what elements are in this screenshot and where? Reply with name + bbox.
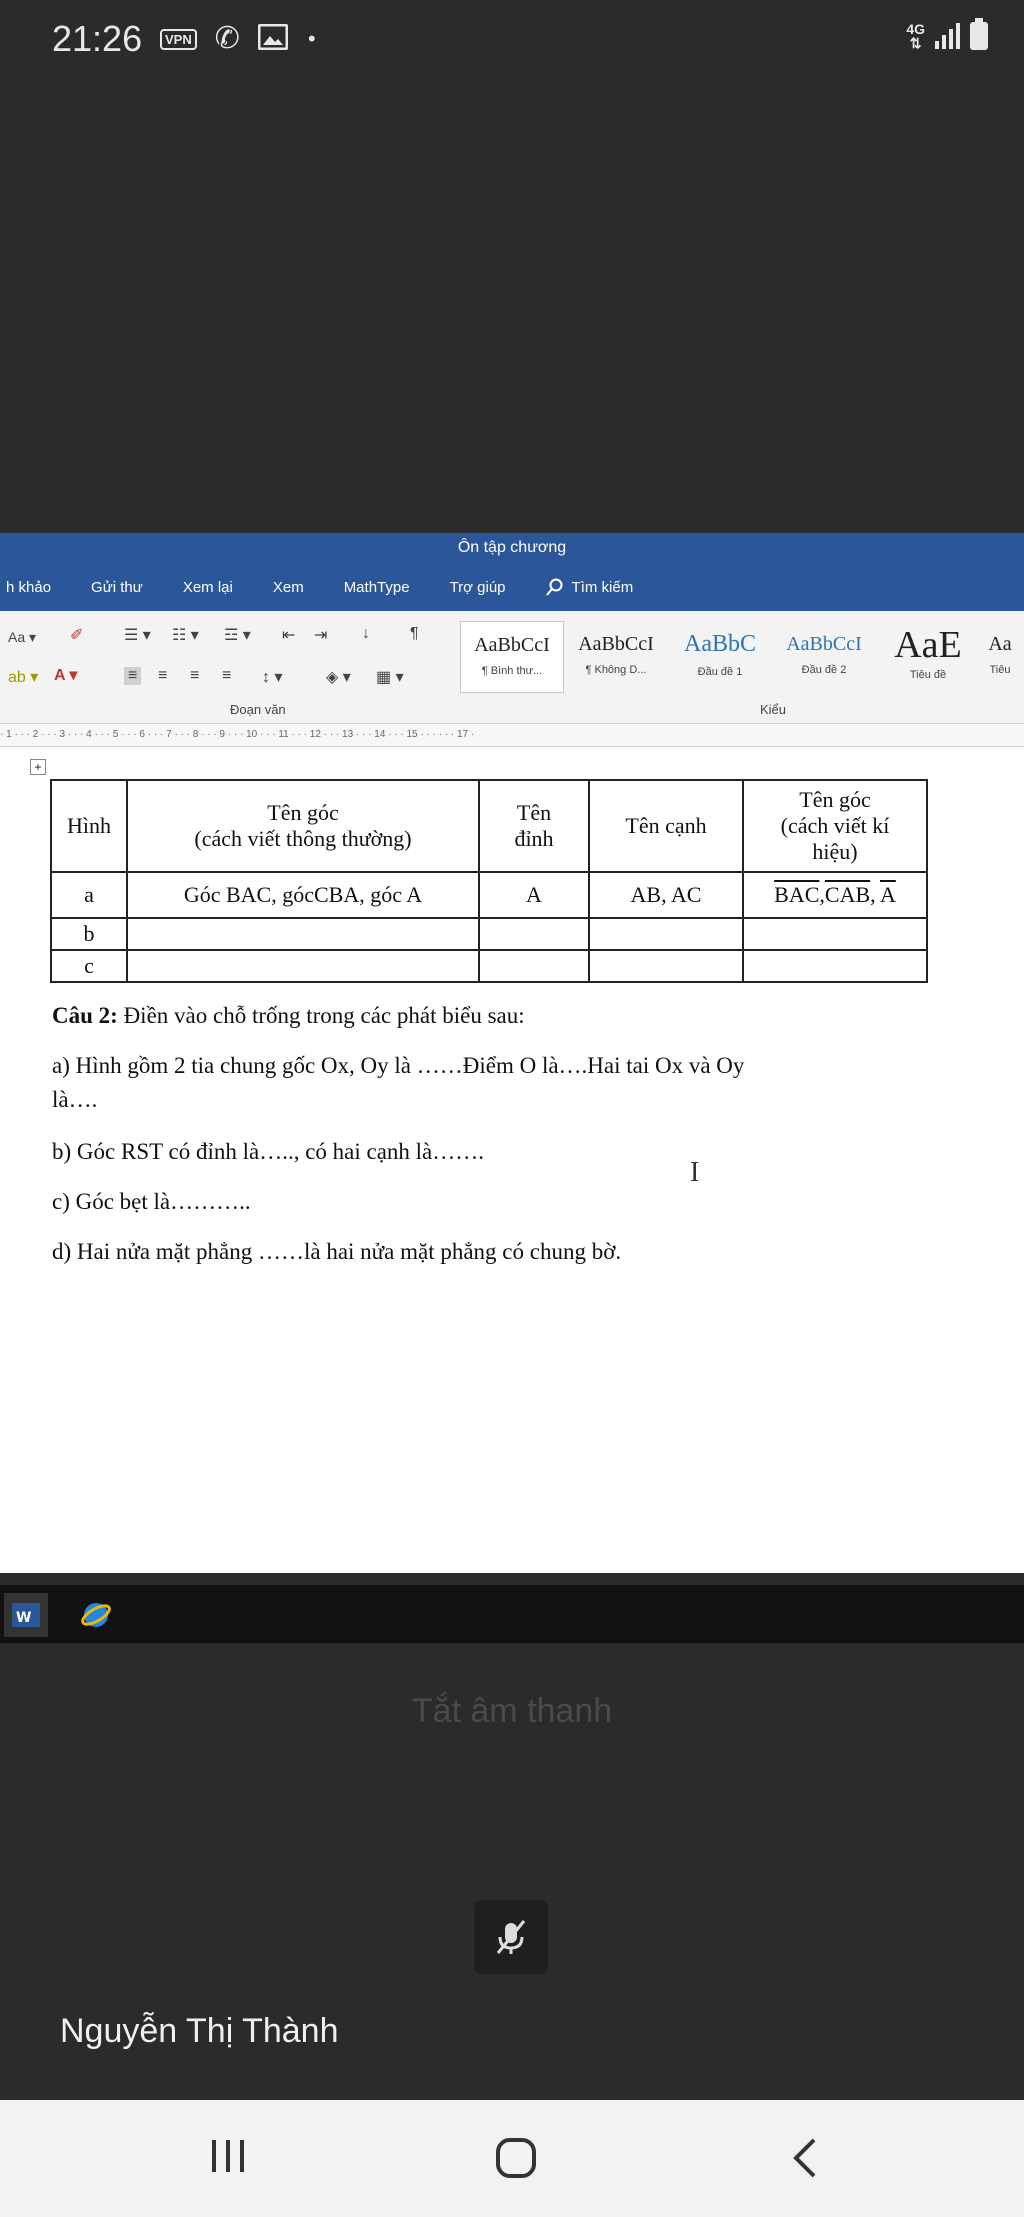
decrease-indent-icon[interactable]: ⇤ [282,625,295,645]
document-page[interactable]: + Hình Tên góc (cách viết thông thường) T… [0,747,1024,1573]
table-header-row: Hình Tên góc (cách viết thông thường) Tên… [50,779,928,873]
status-bar: 21:26 VPN ✆ • 4G ⇅ [0,0,1024,80]
home-icon [496,2138,536,2178]
justify-icon[interactable]: ≡ [222,667,231,685]
paragraph-group-label: Đoạn văn [230,702,286,717]
microphone-muted-icon [496,1920,526,1954]
align-left-icon[interactable]: ≡ [124,667,142,685]
borders-icon[interactable]: ▦ ▾ [376,667,404,687]
numbering-icon[interactable]: ☷ ▾ [172,625,199,645]
style-normal[interactable]: AaBbCcI ¶ Bình thư... [460,621,564,693]
styles-group-label: Kiểu [760,702,787,717]
increase-indent-icon[interactable]: ⇥ [314,625,327,645]
tab-mathtype[interactable]: MathType [344,579,410,596]
change-case-button[interactable]: Aa ▾ [8,629,36,646]
question-2c: c) Góc bẹt là……….. [52,1189,251,1214]
table-row: b [50,917,928,951]
text-cursor-icon: I [690,1157,700,1188]
ribbon: Aa ▾ ✐ ab ▾ A ▾ ☰ ▾ ☷ ▾ ☲ ▾ ⇤ ⇥ ↓ ¶ ≡ ≡ … [0,611,1024,724]
sort-icon[interactable]: ↓ [362,625,370,643]
tab-view[interactable]: Xem [273,579,304,596]
back-button[interactable] [786,2136,826,2184]
tab-help[interactable]: Trợ giúp [450,579,506,596]
muted-label: Tắt âm thanh [411,1692,613,1730]
back-icon [793,2138,816,2178]
tab-review[interactable]: Xem lại [183,579,233,596]
table-move-handle-icon[interactable]: + [30,759,46,775]
align-center-icon[interactable]: ≡ [158,667,167,685]
image-icon [257,23,289,54]
styles-gallery: AaBbCcI ¶ Bình thư... AaBbCcI ¶ Không D...… [460,621,1020,693]
search-label: Tìm kiếm [571,578,634,596]
question-2b: b) Góc RST có đỉnh là….., có hai cạnh là… [52,1139,485,1164]
header-ten-goc: Tên góc (cách viết thông thường) [126,779,480,873]
header-ten-goc-ki-hieu: Tên góc (cách viết kí hiệu) [742,779,928,873]
participant-name: Nguyễn Thị Thành [60,2012,339,2050]
navigation-bar [0,2100,1024,2217]
phone-icon: ✆ [214,21,240,56]
shading-icon[interactable]: ◈ ▾ [326,667,351,687]
style-title[interactable]: AaE Tiêu đề [876,621,980,693]
dot-icon: • [305,27,318,51]
question-2a-line1: a) Hình gồm 2 tia chung gốc Ox, Oy là ……… [52,1053,745,1078]
bullets-icon[interactable]: ☰ ▾ [124,625,151,645]
recent-apps-button[interactable] [206,2136,250,2180]
home-button[interactable] [494,2136,538,2184]
clock: 21:26 [52,18,143,59]
style-heading-2[interactable]: AaBbCcI Đầu đề 2 [772,621,876,693]
pilcrow-icon[interactable]: ¶ [410,625,419,643]
vpn-icon: VPN [160,28,197,50]
style-subtitle[interactable]: Aa Tiêu [980,621,1020,693]
recent-apps-icon [212,2140,244,2172]
question-2-heading: Câu 2: Điền vào chỗ trống trong các phát… [52,1003,525,1028]
table-row: a Góc BAC, gócCBA, góc A A AB, AC BAC,CA… [50,871,928,919]
network-type: 4G ⇅ [906,21,925,51]
windows-taskbar: W [0,1585,1024,1643]
search-box[interactable]: Tìm kiếm [545,578,634,596]
highlight-icon[interactable]: ab ▾ [8,667,38,687]
style-heading-1[interactable]: AaBbC Đầu đề 1 [668,621,772,693]
table-row: c [50,949,928,983]
tab-references[interactable]: h khảo [6,579,51,596]
align-right-icon[interactable]: ≡ [190,667,199,685]
angle-notation-cell: BAC,CAB, A [742,871,928,919]
angles-table: Hình Tên góc (cách viết thông thường) Tên… [50,779,928,983]
mute-button[interactable] [474,1900,548,1974]
style-no-spacing[interactable]: AaBbCcI ¶ Không D... [564,621,668,693]
question-2a-line2: là…. [52,1087,98,1112]
ribbon-tabs: h khảo Gửi thư Xem lại Xem MathType Trợ … [0,563,1024,611]
search-icon [545,578,563,596]
header-ten-canh: Tên cạnh [588,779,744,873]
header-ten-dinh: Tên đỉnh [478,779,590,873]
signal-icon [935,23,960,49]
document-title: Ôn tập chương [0,533,1024,563]
word-taskbar-icon[interactable]: W [4,1593,48,1637]
ie-taskbar-icon[interactable] [74,1593,118,1637]
header-hinh: Hình [50,779,128,873]
tab-mailings[interactable]: Gửi thư [91,579,143,596]
battery-icon [970,18,988,50]
line-spacing-icon[interactable]: ↕ ▾ [262,667,282,687]
question-2d: d) Hai nửa mặt phẳng ……là hai nửa mặt ph… [52,1239,622,1264]
word-window: Ôn tập chương h khảo Gửi thư Xem lại Xem… [0,533,1024,1573]
ruler[interactable]: · 1 · · · 2 · · · 3 · · · 4 · · · 5 · · … [0,724,1024,747]
font-color-icon[interactable]: A ▾ [54,665,77,685]
svg-text:W: W [16,1610,31,1626]
clear-format-icon[interactable]: ✐ [70,625,83,645]
multilevel-icon[interactable]: ☲ ▾ [224,625,251,645]
